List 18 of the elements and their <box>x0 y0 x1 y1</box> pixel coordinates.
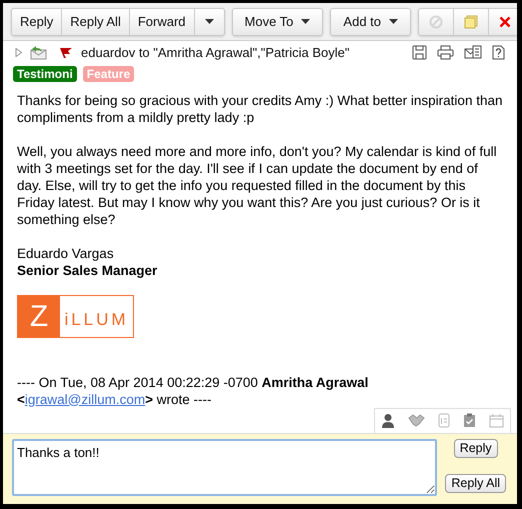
toolbar-button[interactable]: Forward <box>128 8 194 34</box>
sender-recipients: eduardov to "Amritha Agrawal","Patricia Boyle" <box>81 44 350 62</box>
company-logo: Z iLLUM <box>17 294 134 338</box>
toolbar-button[interactable]: Reply <box>12 8 62 34</box>
menu-button[interactable]: Add to <box>331 8 410 34</box>
toolbar-button[interactable]: Reply All <box>61 8 129 34</box>
reply-button[interactable]: Reply All <box>445 474 506 492</box>
email-link[interactable]: igrawal@zillum.com <box>24 392 146 406</box>
reply-text-field[interactable]: Thanks a ton!! <box>12 438 438 496</box>
menu-button[interactable]: Move To <box>232 8 322 34</box>
signature-name: Eduardo Vargas <box>17 244 115 262</box>
tag: Feature <box>82 66 134 82</box>
tag: Testimoni <box>13 66 77 82</box>
quote-header: ---- On Tue, 08 Apr 2014 00:22:29 -0700 Amritha Agrawal <igrawal@zillum.com> wrote ---- <box>17 374 370 408</box>
message-paragraph: Well, you always need more and more info, don't you? My calendar is kind of full with 3 meetings set for the day. I'll see if I can update the document by end of day. Else, will try to get the info you requested filled in the document by this Friday latest. But may I know why you want this? Are you just curious? Or is it something else? <box>17 142 498 228</box>
message-paragraph: Thanks for being so gracious with your credits Amy :) What better inspiration than compliments from a mildly pretty lady :p <box>17 92 503 126</box>
reply-button[interactable]: Reply <box>454 438 498 458</box>
signature-title: Senior Sales Manager <box>17 262 158 278</box>
